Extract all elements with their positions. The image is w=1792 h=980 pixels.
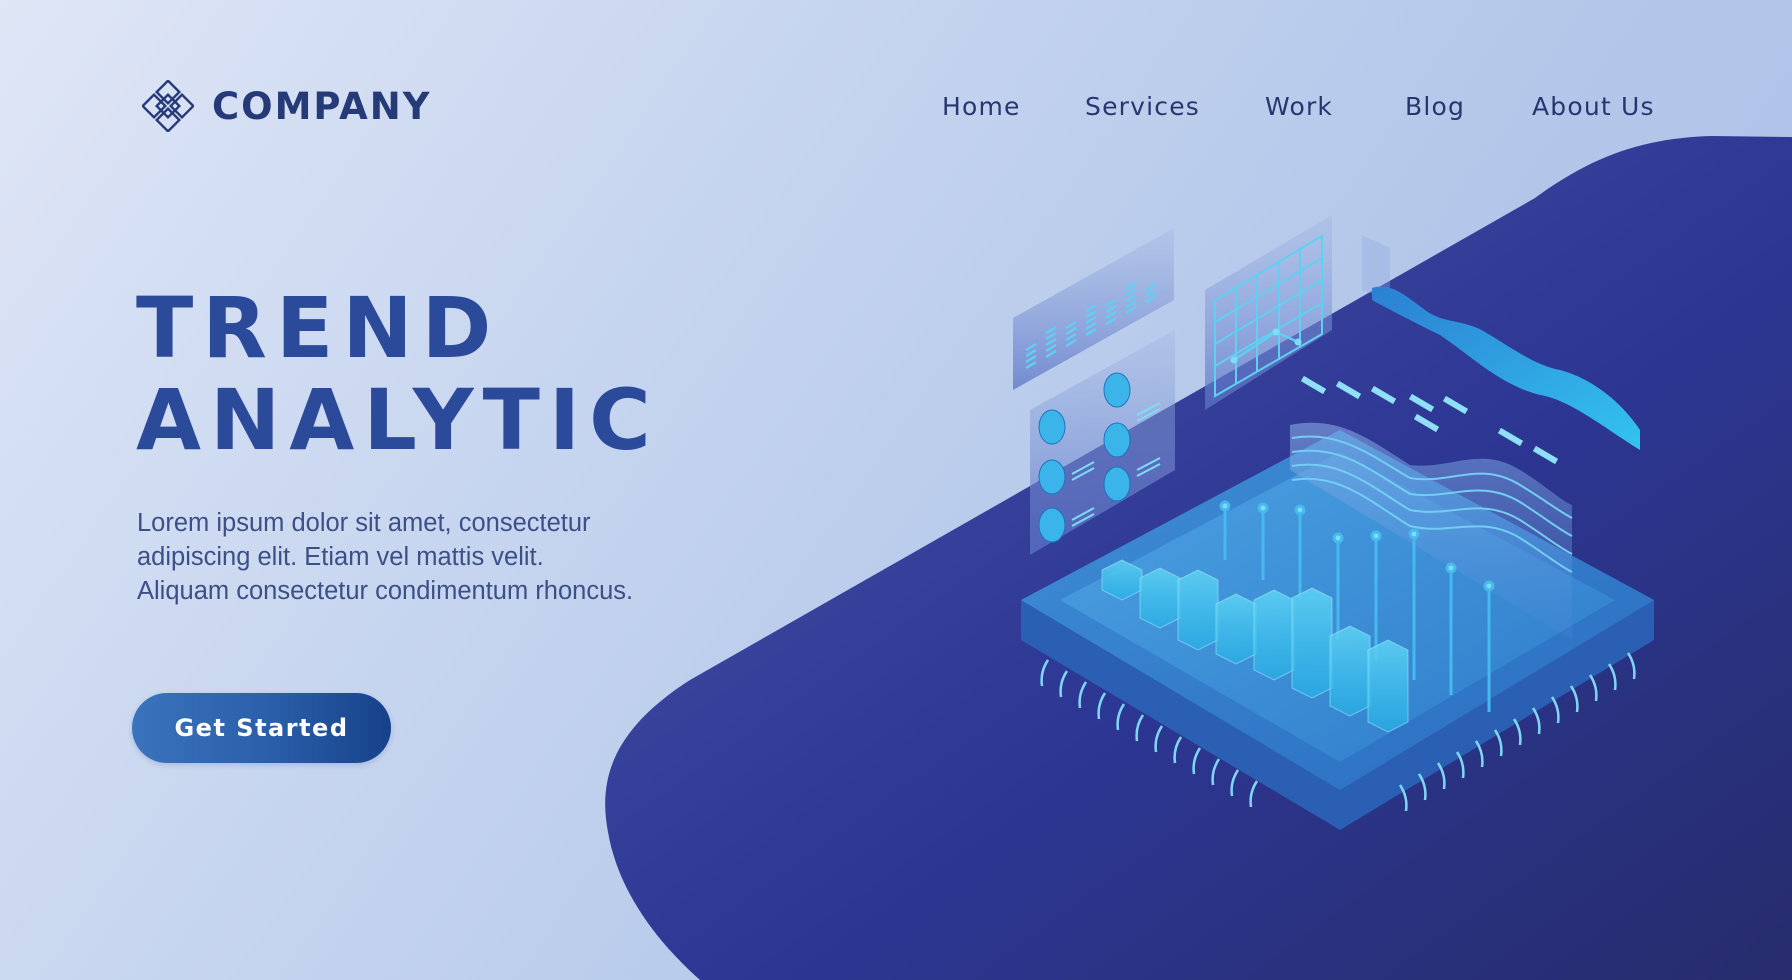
bar-4 — [1215, 593, 1257, 665]
hero-description-line-2: adipiscing elit. Etiam vel mattis velit. — [137, 543, 544, 571]
bar-2 — [1139, 567, 1181, 629]
nav-about-us[interactable]: About Us — [1532, 92, 1655, 121]
nav-services[interactable]: Services — [1085, 92, 1200, 121]
hero-title: TREND ANALYTIC — [136, 282, 660, 466]
main-nav: Home Services Work Blog About Us — [0, 92, 1792, 128]
hero-illustration — [1013, 215, 1654, 830]
nav-blog[interactable]: Blog — [1405, 92, 1465, 121]
wave-area-chart-panel — [1362, 235, 1640, 450]
get-started-button[interactable]: Get Started — [132, 693, 391, 763]
bar-3 — [1177, 569, 1219, 651]
hero-description-line-1: Lorem ipsum dolor sit amet, consectetur — [137, 509, 591, 537]
bar-6 — [1291, 587, 1333, 699]
bar-7 — [1329, 625, 1371, 717]
hero-description: Lorem ipsum dolor sit amet, consectetur … — [137, 506, 777, 608]
hero-description-line-3: Aliquam consectetur condimentum rhoncus. — [137, 577, 634, 605]
grid-line-chart-panel — [1205, 215, 1332, 410]
bar-8 — [1367, 639, 1409, 733]
nav-work[interactable]: Work — [1265, 92, 1333, 121]
nav-home[interactable]: Home — [942, 92, 1021, 121]
hero-title-line-2: ANALYTIC — [136, 371, 660, 469]
bar-5 — [1253, 589, 1295, 681]
hero-title-line-1: TREND — [136, 279, 501, 377]
